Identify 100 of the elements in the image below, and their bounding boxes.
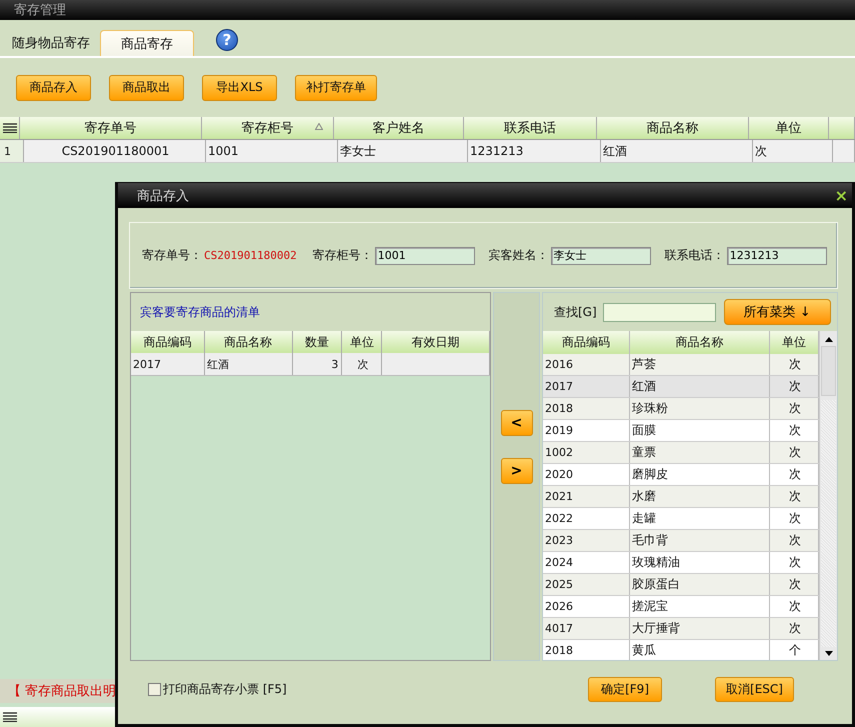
column-header[interactable]: 商品名称 xyxy=(597,117,749,139)
table-cell: 2022 xyxy=(545,512,573,525)
column-header[interactable]: 寄存单号 xyxy=(20,117,202,139)
table-cell: CS201901180001 xyxy=(62,144,170,158)
table-cell: 珍珠粉 xyxy=(632,400,668,417)
table-cell: 水磨 xyxy=(632,488,656,505)
field-label: 寄存单号： xyxy=(142,247,202,264)
list-row[interactable]: 2018 黄瓜 个 xyxy=(543,640,819,660)
table-cell: 4017 xyxy=(545,622,573,635)
table-cell: 2018 xyxy=(545,644,573,657)
table-cell: 次 xyxy=(357,356,368,372)
column-header: 商品编码 xyxy=(143,334,192,350)
column-header: 单位 xyxy=(782,334,806,351)
list-row[interactable]: 2018 珍珠粉 次 xyxy=(543,398,819,420)
column-header[interactable]: 客户姓名 xyxy=(334,117,464,139)
column-header[interactable]: 联系电话 xyxy=(464,117,597,139)
list-row[interactable]: 4017 大厅捶背 次 xyxy=(543,618,819,640)
table-cell: 红酒 xyxy=(603,142,627,160)
search-field[interactable] xyxy=(602,302,716,322)
table-cell: 红酒 xyxy=(632,378,656,395)
toolbar-button[interactable]: 导出XLS xyxy=(202,74,277,100)
list-row[interactable]: 1002 童票 次 xyxy=(543,442,819,464)
table-cell: 胶原蛋白 xyxy=(632,576,680,593)
table-cell: 次 xyxy=(789,576,801,593)
list-row[interactable]: 2017 红酒 次 xyxy=(543,376,819,398)
list-icon xyxy=(3,712,17,722)
scroll-up-icon[interactable] xyxy=(824,337,832,342)
order-number: CS201901180002 xyxy=(204,249,297,262)
column-header[interactable]: 寄存柜号 xyxy=(202,117,334,139)
toolbar-button[interactable]: 商品存入 xyxy=(16,74,91,100)
table-cell: 个 xyxy=(789,642,801,659)
dialog-title: 商品存入 xyxy=(137,188,189,204)
table-cell: 红酒 xyxy=(206,356,229,372)
table-cell: 次 xyxy=(789,554,801,571)
input-field[interactable]: 李女士 xyxy=(550,246,651,264)
list-row[interactable]: 2023 毛巾背 次 xyxy=(543,530,819,552)
table-cell: 2023 xyxy=(545,534,573,547)
table-cell: 次 xyxy=(755,142,767,160)
table-cell: 黄瓜 xyxy=(632,642,656,659)
list-row[interactable]: 2026 搓泥宝 次 xyxy=(543,596,819,618)
scrollbar[interactable] xyxy=(819,331,837,660)
table-cell: 次 xyxy=(789,444,801,461)
table-cell: 1001 xyxy=(208,144,239,158)
tab[interactable]: 随身物品寄存 xyxy=(4,30,98,56)
tab[interactable]: 商品寄存 xyxy=(100,30,194,56)
table-cell: 次 xyxy=(789,510,801,527)
move-button[interactable]: < xyxy=(500,410,532,436)
table-cell: 2019 xyxy=(545,424,573,437)
table-cell: 大厅捶背 xyxy=(632,620,680,637)
input-field[interactable]: 1231213 xyxy=(726,246,827,264)
checkbox[interactable] xyxy=(148,683,161,696)
list-row[interactable]: 2024 玫瑰精油 次 xyxy=(543,552,819,574)
table-cell: 次 xyxy=(789,620,801,637)
list-row[interactable]: 2020 磨脚皮 次 xyxy=(543,464,819,486)
table-cell: 次 xyxy=(789,598,801,615)
table-cell: 3 xyxy=(331,358,338,370)
toolbar-button[interactable]: 商品取出 xyxy=(109,74,184,100)
table-cell: 2025 xyxy=(545,578,573,591)
scroll-thumb[interactable] xyxy=(821,346,836,396)
table-row[interactable]: 1 CS201901180001 1001 李女士 1231213 红酒 次 xyxy=(0,140,855,163)
table-cell: 1231213 xyxy=(470,144,524,158)
dialog-button[interactable]: 取消[ESC] xyxy=(715,677,794,702)
table-cell: 磨脚皮 xyxy=(632,466,668,483)
section-title: 【 寄存商品取出明 xyxy=(8,683,116,700)
toolbar-button[interactable]: 补打寄存单 xyxy=(295,74,377,100)
close-button[interactable]: × xyxy=(834,186,848,205)
column-header: 有效日期 xyxy=(412,334,460,350)
column-header[interactable]: 单位 xyxy=(749,117,829,139)
search-label: 查找[G] xyxy=(554,304,597,320)
table-cell: 2018 xyxy=(545,402,573,415)
list-row[interactable]: 2021 水磨 次 xyxy=(543,486,819,508)
table-cell: 2017 xyxy=(133,358,161,370)
dialog-button[interactable]: 确定[F9] xyxy=(588,677,662,702)
column-header: 商品编码 xyxy=(562,334,610,351)
table-row[interactable]: 2017 红酒 3 次 xyxy=(131,353,490,376)
input-field[interactable]: 1001 xyxy=(374,246,475,264)
table-cell: 芦荟 xyxy=(632,356,656,373)
table-cell: 次 xyxy=(789,356,801,373)
column-header: 数量 xyxy=(304,334,329,350)
table-cell: 走罐 xyxy=(632,510,656,527)
list-row[interactable]: 2025 胶原蛋白 次 xyxy=(543,574,819,596)
table-cell: 次 xyxy=(789,488,801,505)
field-label: 联系电话： xyxy=(664,247,725,264)
table-cell: 玫瑰精油 xyxy=(632,554,680,571)
row-number: 1 xyxy=(4,144,11,158)
list-row[interactable]: 2016 芦荟 次 xyxy=(543,354,819,376)
scroll-down-icon[interactable] xyxy=(824,651,832,656)
category-dropdown[interactable]: 所有菜类 ↓ xyxy=(724,299,831,325)
table-cell: 次 xyxy=(789,400,801,417)
column-header: 商品名称 xyxy=(676,334,724,351)
sort-icon xyxy=(315,123,323,130)
column-header: 单位 xyxy=(350,334,374,350)
column-header: 商品名称 xyxy=(224,334,272,350)
table-cell: 2020 xyxy=(545,468,573,481)
table-cell: 童票 xyxy=(632,444,656,461)
list-icon xyxy=(2,123,16,133)
table-cell: 次 xyxy=(789,422,801,439)
move-button[interactable]: > xyxy=(500,458,532,484)
list-row[interactable]: 2022 走罐 次 xyxy=(543,508,819,530)
list-row[interactable]: 2019 面膜 次 xyxy=(543,420,819,442)
